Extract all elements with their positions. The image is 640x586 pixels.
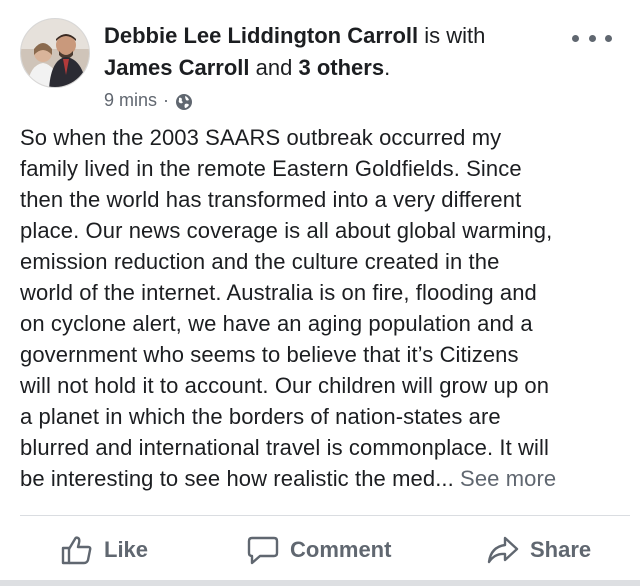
avatar[interactable] [20, 18, 90, 88]
menu-dot [588, 34, 596, 42]
menu-dot [605, 34, 612, 42]
post-header: Debbie Lee Liddington Carroll is with Ja… [20, 18, 620, 110]
post-bottom-border [0, 580, 640, 586]
facebook-post: Debbie Lee Liddington Carroll is with Ja… [0, 0, 640, 586]
body-line: government who seems to believe that it’… [20, 342, 519, 367]
body-line: on cyclone alert, we have an aging popul… [20, 311, 533, 336]
body-line: emission reduction and the culture creat… [20, 249, 500, 274]
others-link[interactable]: 3 others [299, 55, 385, 80]
author-line: Debbie Lee Liddington Carroll is with [104, 20, 574, 52]
see-more-link[interactable]: See more [460, 466, 556, 491]
tagged-line: James Carroll and 3 others. [104, 52, 574, 84]
avatar-photo [21, 19, 89, 87]
like-label: Like [104, 537, 149, 562]
post-actions: Like Comment Share [0, 525, 640, 575]
body-line: a planet in which the borders of nation-… [20, 404, 501, 429]
share-button[interactable]: Share [486, 525, 591, 575]
body-line: place. Our news coverage is all about gl… [20, 218, 553, 243]
time-separator: · [163, 90, 170, 110]
comment-icon [247, 536, 279, 565]
body-line: blurred and international travel is comm… [20, 435, 549, 460]
globe-icon[interactable] [175, 91, 193, 110]
thumbs-up-icon [61, 536, 92, 565]
with-text: is with [424, 23, 486, 48]
timestamp-row: 9 mins · [104, 86, 574, 114]
author-name[interactable]: Debbie Lee Liddington Carroll [104, 23, 418, 48]
comment-button[interactable]: Comment [246, 525, 391, 575]
body-line: world of the internet. Australia is on f… [20, 280, 537, 305]
comment-label: Comment [290, 537, 392, 562]
post-body: So when the 2003 SAARS outbreak occurred… [20, 122, 632, 494]
truncated-text: be interesting to see how realistic the … [20, 466, 454, 491]
timestamp[interactable]: 9 mins [104, 86, 157, 114]
body-line: family lived in the remote Eastern Goldf… [20, 156, 522, 181]
period: . [384, 55, 391, 80]
more-horizontal-icon[interactable] [572, 30, 612, 46]
body-last-line: be interesting to see how realistic the … [20, 463, 632, 494]
and-text: and [255, 55, 293, 80]
like-button[interactable]: Like [60, 525, 148, 575]
menu-dot [572, 34, 579, 42]
body-line: then the world has transformed into a ve… [20, 187, 522, 212]
share-icon [487, 536, 519, 564]
tagged-person[interactable]: James Carroll [104, 55, 250, 80]
actions-divider [20, 515, 630, 516]
body-line: So when the 2003 SAARS outbreak occurred… [20, 125, 502, 150]
share-label: Share [530, 537, 592, 562]
body-line: will not hold it to account. Our childre… [20, 373, 550, 398]
post-meta: Debbie Lee Liddington Carroll is with Ja… [104, 20, 574, 114]
